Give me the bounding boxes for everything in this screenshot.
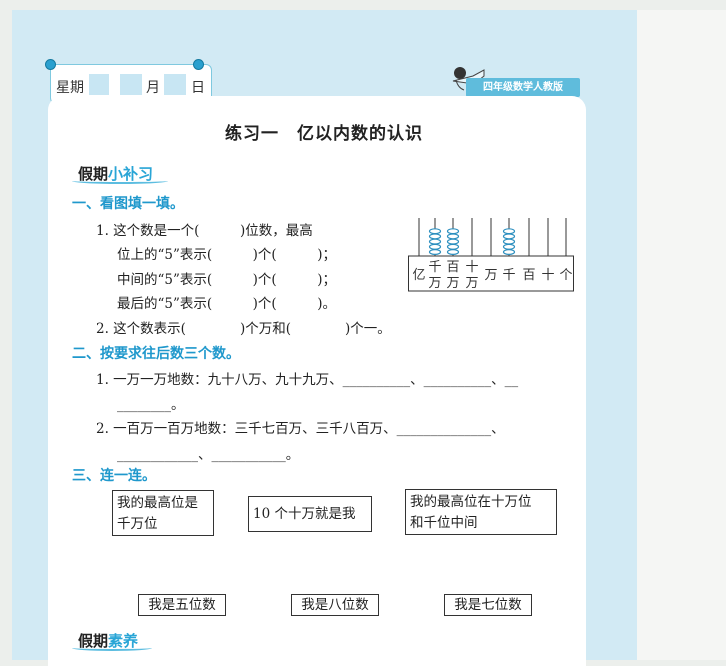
question-line: 位上的“5”表示( )个( )；: [117, 247, 336, 263]
abacus-bead: [502, 249, 516, 256]
abacus-bead: [446, 233, 460, 240]
month-field[interactable]: [120, 74, 142, 95]
question-line: 2. 一百万一百万地数：三千七百万、三千八百万、______________、: [96, 421, 505, 437]
question-heading: 二、按要求往后数三个数。: [72, 346, 240, 362]
abacus-bead: [428, 228, 442, 235]
abacus-bead: [446, 228, 460, 235]
match-box-bottom[interactable]: 我是五位数: [138, 594, 226, 616]
section-underline: [72, 178, 168, 184]
abacus-bead: [428, 249, 442, 256]
day-label: 日: [191, 80, 205, 96]
grade-badge: 四年级数学人教版: [466, 78, 580, 97]
question-line: 1. 一万一万地数：九十八万、九十九万、__________、_________…: [96, 372, 519, 388]
abacus-bead: [502, 238, 516, 245]
question-line: ________。: [117, 397, 185, 413]
question-line: 中间的“5”表示( )个( )；: [117, 272, 336, 288]
question-line: 2. 这个数表示( )个万和( )个一。: [96, 321, 391, 337]
abacus-bead: [502, 233, 516, 240]
abacus-bead: [428, 243, 442, 250]
question-line: ____________、___________。: [117, 447, 300, 463]
abacus-bead: [428, 233, 442, 240]
question-heading: 一、看图填一填。: [72, 196, 184, 212]
place-value-label: 个: [559, 268, 572, 283]
place-value-label: 百: [522, 268, 535, 283]
month-label: 月: [146, 80, 160, 96]
place-value-label: 千: [502, 268, 515, 283]
place-value-label: 万: [484, 268, 497, 283]
match-box-top[interactable]: 我的最高位是 千万位: [112, 490, 214, 536]
weekday-field[interactable]: [89, 74, 109, 95]
match-box-top[interactable]: 我的最高位在十万位 和千位中间: [405, 489, 557, 535]
pin-icon: [45, 59, 56, 70]
weekday-label: 星期: [56, 80, 84, 96]
place-value-label: 十: [541, 268, 554, 283]
day-field[interactable]: [164, 74, 186, 95]
pin-icon: [193, 59, 204, 70]
abacus-bead: [502, 243, 516, 250]
place-value-label: 百万: [446, 260, 459, 291]
question-line: 1. 这个数是一个( )位数，最高: [96, 223, 313, 239]
match-box-bottom[interactable]: 我是八位数: [291, 594, 379, 616]
place-value-label: 千万: [428, 260, 441, 291]
place-value-label: 十万: [465, 260, 478, 291]
match-box-bottom[interactable]: 我是七位数: [444, 594, 532, 616]
abacus-bead: [428, 238, 442, 245]
question-line: 最后的“5”表示( )个( )。: [117, 296, 336, 312]
match-box-top[interactable]: 10 个十万就是我: [248, 496, 372, 532]
abacus-bead: [502, 228, 516, 235]
section-underline: [72, 645, 152, 651]
abacus-bead: [446, 238, 460, 245]
page-title: 练习一 亿以内数的认识: [225, 124, 423, 144]
question-heading: 三、连一连。: [72, 468, 156, 484]
place-value-label: 亿: [412, 268, 425, 283]
page-margin: [637, 10, 726, 660]
abacus-bead: [446, 249, 460, 256]
abacus-bead: [446, 243, 460, 250]
abacus-diagram: 亿千万百万十万万千百十个: [408, 218, 574, 292]
